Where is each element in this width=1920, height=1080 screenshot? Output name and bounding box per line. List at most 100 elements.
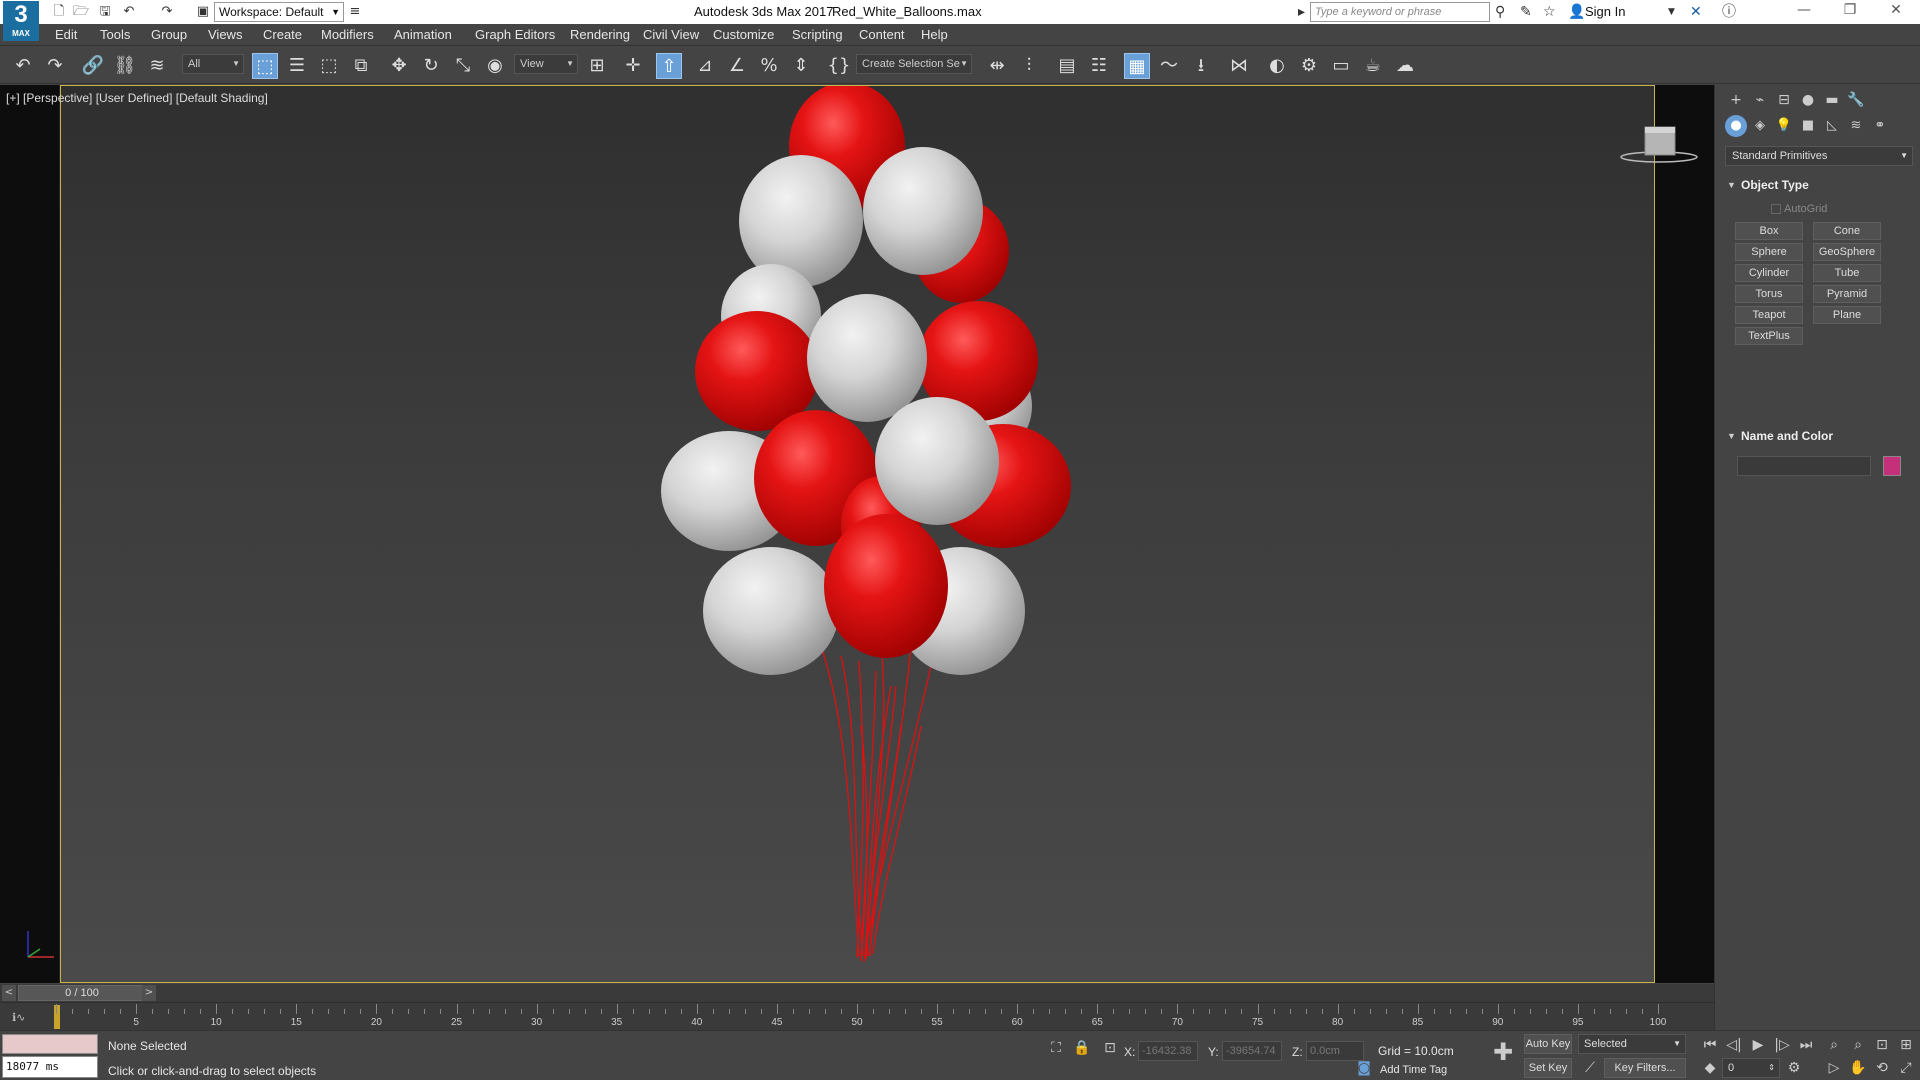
set-key-mode-icon[interactable]: ✚ bbox=[1488, 1040, 1518, 1064]
app-logo-button[interactable]: 3 MAX bbox=[3, 1, 39, 41]
create-tab-icon[interactable]: + bbox=[1725, 89, 1747, 111]
menu-civil-view[interactable]: Civil View bbox=[643, 27, 699, 42]
rotate-icon[interactable]: ↻ bbox=[418, 53, 444, 79]
spinner-snap-icon[interactable]: ⇕ bbox=[788, 53, 814, 79]
z-coordinate-field[interactable]: 0.0cm bbox=[1306, 1041, 1364, 1061]
y-coordinate-field[interactable]: -39654.74 bbox=[1222, 1041, 1282, 1061]
space-warps-subtab-icon[interactable]: ≋ bbox=[1845, 115, 1867, 137]
schematic-view-icon[interactable]: ⋈ bbox=[1226, 53, 1252, 79]
render-setup-icon[interactable]: ⚙ bbox=[1296, 53, 1322, 79]
select-by-name-icon[interactable]: ☰ bbox=[284, 53, 310, 79]
hierarchy-tab-icon[interactable]: ⊟ bbox=[1773, 89, 1795, 111]
prev-frame-arrow[interactable]: < bbox=[2, 985, 16, 1001]
name-and-color-header[interactable]: ▼ Name and Color bbox=[1723, 426, 1915, 446]
link-icon[interactable]: 🔗 bbox=[80, 53, 106, 79]
curve-editor-icon[interactable]: 〜 bbox=[1156, 53, 1182, 79]
menu-tools[interactable]: Tools bbox=[100, 27, 130, 42]
auto-key-button[interactable]: Auto Key bbox=[1524, 1034, 1572, 1054]
primitive-category-dropdown[interactable]: Standard Primitives ▼ bbox=[1725, 146, 1913, 166]
named-selection-dropdown[interactable]: Create Selection Se ▼ bbox=[856, 54, 972, 74]
redo-icon[interactable]: ↷ bbox=[158, 3, 176, 21]
zoom-icon[interactable]: ⌕ bbox=[1824, 1036, 1844, 1054]
utilities-tab-icon[interactable]: 🔧 bbox=[1845, 89, 1867, 111]
maximize-viewport-icon[interactable]: ⤢ bbox=[1896, 1059, 1916, 1077]
previous-frame-icon[interactable]: ◁| bbox=[1724, 1036, 1744, 1054]
viewport-label[interactable]: [+] [Perspective] [User Defined] [Defaul… bbox=[6, 91, 268, 105]
maxscript-listener-input[interactable] bbox=[2, 1034, 98, 1054]
sign-in-link[interactable]: Sign In bbox=[1585, 4, 1625, 19]
isolate-selection-icon[interactable]: ⛶ bbox=[1046, 1039, 1066, 1057]
perspective-viewport[interactable] bbox=[60, 85, 1655, 983]
modify-tab-icon[interactable]: ⌁ bbox=[1749, 89, 1771, 111]
geometry-subtab-icon[interactable]: ● bbox=[1725, 115, 1747, 137]
go-to-end-icon[interactable]: ⏭ bbox=[1796, 1036, 1816, 1054]
select-object-icon[interactable]: ⬚ bbox=[252, 53, 278, 79]
move-icon[interactable]: ✥ bbox=[386, 53, 412, 79]
tube-button[interactable]: Tube bbox=[1813, 264, 1881, 282]
close-icon[interactable]: ✕ bbox=[1876, 2, 1916, 18]
dope-sheet-icon[interactable]: ⭳ bbox=[1188, 53, 1214, 79]
time-tag-icon[interactable]: ◙ bbox=[1354, 1059, 1374, 1077]
box-button[interactable]: Box bbox=[1735, 222, 1803, 240]
menu-scripting[interactable]: Scripting bbox=[792, 27, 843, 42]
window-crossing-icon[interactable]: ⧉ bbox=[348, 53, 374, 79]
bind-space-warp-icon[interactable]: ≋ bbox=[144, 53, 170, 79]
field-of-view-icon[interactable]: ▷ bbox=[1824, 1059, 1844, 1077]
menu-help[interactable]: Help bbox=[921, 27, 948, 42]
workspace-dropdown[interactable]: Workspace: Default ▼ bbox=[214, 2, 344, 22]
project-folder-icon[interactable]: ▣ bbox=[194, 3, 212, 21]
material-editor-icon[interactable]: ◐ bbox=[1264, 53, 1290, 79]
reference-coordinate-dropdown[interactable]: View ▼ bbox=[514, 54, 578, 74]
helpers-subtab-icon[interactable]: ◺ bbox=[1821, 115, 1843, 137]
scene-explorer-icon[interactable]: ▤ bbox=[1054, 53, 1080, 79]
cameras-subtab-icon[interactable]: ■ bbox=[1797, 115, 1819, 137]
undo-icon[interactable]: ↶ bbox=[120, 3, 138, 21]
open-file-icon[interactable]: 🗁 bbox=[72, 3, 90, 21]
render-cloud-icon[interactable]: ☁ bbox=[1392, 53, 1418, 79]
lights-subtab-icon[interactable]: 💡 bbox=[1773, 115, 1795, 137]
align-icon[interactable]: ⫶ bbox=[1016, 53, 1042, 79]
menu-edit[interactable]: Edit bbox=[55, 27, 77, 42]
favorites-star-icon[interactable]: ☆ bbox=[1543, 3, 1556, 21]
next-frame-arrow[interactable]: > bbox=[142, 985, 156, 1001]
torus-button[interactable]: Torus bbox=[1735, 285, 1803, 303]
set-key-button[interactable]: Set Key bbox=[1524, 1058, 1572, 1078]
mini-curve-editor-icon[interactable]: ℹ∿ bbox=[12, 1011, 25, 1024]
pivot-center-icon[interactable]: ⊞ bbox=[584, 53, 610, 79]
maxscript-output[interactable]: 18077 ms bbox=[2, 1056, 98, 1078]
undo-icon[interactable]: ↶ bbox=[10, 53, 36, 79]
zoom-extents-all-icon[interactable]: ⊞ bbox=[1896, 1036, 1916, 1054]
menu-customize[interactable]: Customize bbox=[713, 27, 774, 42]
sphere-button[interactable]: Sphere bbox=[1735, 243, 1803, 261]
exchange-apps-icon[interactable]: ✕ bbox=[1690, 3, 1702, 21]
place-icon[interactable]: ◉ bbox=[482, 53, 508, 79]
teapot-button[interactable]: Teapot bbox=[1735, 306, 1803, 324]
zoom-extents-icon[interactable]: ⊡ bbox=[1872, 1036, 1892, 1054]
menu-group[interactable]: Group bbox=[151, 27, 187, 42]
rendered-frame-window-icon[interactable]: ▭ bbox=[1328, 53, 1354, 79]
object-name-field[interactable] bbox=[1737, 456, 1871, 476]
autogrid-checkbox[interactable]: AutoGrid bbox=[1771, 203, 1827, 215]
new-file-icon[interactable]: 🗋 bbox=[50, 3, 68, 21]
restore-icon[interactable]: ❐ bbox=[1830, 2, 1870, 18]
menu-animation[interactable]: Animation bbox=[394, 27, 452, 42]
menu-create[interactable]: Create bbox=[263, 27, 302, 42]
textplus-button[interactable]: TextPlus bbox=[1735, 327, 1803, 345]
chevron-down-icon[interactable]: ▼ bbox=[1668, 3, 1675, 21]
track-bar[interactable]: ℹ∿ 5 10 15 20 25 30 35 40 45 50 55 60 65 70 75 80 85 90 95… bbox=[0, 1002, 1714, 1030]
select-manipulate-icon[interactable]: ✛ bbox=[620, 53, 646, 79]
expand-search-icon[interactable]: ▸ bbox=[1298, 3, 1305, 21]
key-mode-toggle-icon[interactable]: ◆ bbox=[1700, 1059, 1720, 1077]
go-to-start-icon[interactable]: ⏮ bbox=[1700, 1036, 1720, 1054]
shapes-subtab-icon[interactable]: ◈ bbox=[1749, 115, 1771, 137]
user-icon[interactable]: 👤 bbox=[1568, 3, 1585, 21]
save-icon[interactable]: 🖫 bbox=[96, 3, 114, 21]
menu-views[interactable]: Views bbox=[208, 27, 242, 42]
percent-snap-icon[interactable]: % bbox=[756, 53, 782, 79]
playhead-marker[interactable] bbox=[54, 1005, 60, 1029]
binoculars-icon[interactable]: ⚲ bbox=[1495, 3, 1505, 21]
keyboard-shortcut-override-icon[interactable]: ⇧ bbox=[656, 53, 682, 79]
layer-explorer-icon[interactable]: ☷ bbox=[1086, 53, 1112, 79]
selection-region-icon[interactable]: ⬚ bbox=[316, 53, 342, 79]
selection-filter-dropdown[interactable]: All ▼ bbox=[182, 54, 244, 74]
